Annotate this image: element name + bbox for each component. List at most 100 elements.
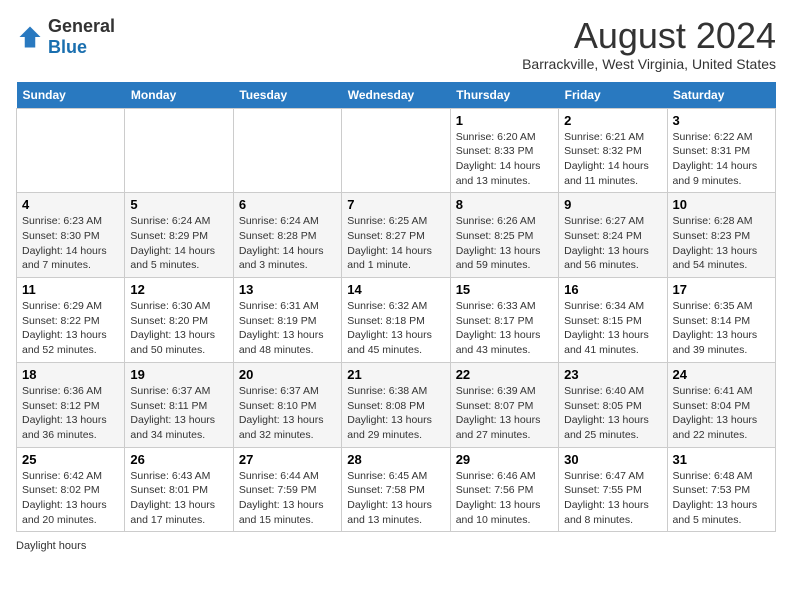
cell-2-6: 10 Sunrise: 6:28 AM Sunset: 8:23 PM Dayli… [667, 193, 775, 278]
cell-4-3: 21 Sunrise: 6:38 AM Sunset: 8:08 PM Dayli… [342, 362, 450, 447]
subtitle: Barrackville, West Virginia, United Stat… [522, 56, 776, 72]
cell-content: Sunrise: 6:42 AM Sunset: 8:02 PM Dayligh… [22, 469, 119, 528]
date-number: 20 [239, 367, 336, 382]
cell-5-1: 26 Sunrise: 6:43 AM Sunset: 8:01 PM Dayli… [125, 447, 233, 532]
cell-content: Sunrise: 6:23 AM Sunset: 8:30 PM Dayligh… [22, 214, 119, 273]
date-number: 7 [347, 197, 444, 212]
cell-content: Sunrise: 6:26 AM Sunset: 8:25 PM Dayligh… [456, 214, 553, 273]
col-header-saturday: Saturday [667, 82, 775, 109]
date-number: 28 [347, 452, 444, 467]
week-row-3: 11 Sunrise: 6:29 AM Sunset: 8:22 PM Dayli… [17, 278, 776, 363]
cell-content: Sunrise: 6:48 AM Sunset: 7:53 PM Dayligh… [673, 469, 770, 528]
cell-5-0: 25 Sunrise: 6:42 AM Sunset: 8:02 PM Dayli… [17, 447, 125, 532]
cell-content: Sunrise: 6:20 AM Sunset: 8:33 PM Dayligh… [456, 130, 553, 189]
date-number: 1 [456, 113, 553, 128]
cell-1-3 [342, 108, 450, 193]
cell-3-5: 16Sunrise: 6:34 AM Sunset: 8:15 PM Dayli… [559, 278, 667, 363]
header: General Blue August 2024 Barrackville, W… [16, 16, 776, 72]
cell-1-1 [125, 108, 233, 193]
cell-content: Sunrise: 6:38 AM Sunset: 8:08 PM Dayligh… [347, 384, 444, 443]
cell-content: Sunrise: 6:36 AM Sunset: 8:12 PM Dayligh… [22, 384, 119, 443]
cell-4-5: 23 Sunrise: 6:40 AM Sunset: 8:05 PM Dayli… [559, 362, 667, 447]
cell-content: Sunrise: 6:28 AM Sunset: 8:23 PM Dayligh… [673, 214, 770, 273]
cell-1-5: 2 Sunrise: 6:21 AM Sunset: 8:32 PM Daylig… [559, 108, 667, 193]
header-row: SundayMondayTuesdayWednesdayThursdayFrid… [17, 82, 776, 109]
col-header-sunday: Sunday [17, 82, 125, 109]
cell-3-2: 13 Sunrise: 6:31 AM Sunset: 8:19 PM Dayli… [233, 278, 341, 363]
cell-2-5: 9 Sunrise: 6:27 AM Sunset: 8:24 PM Daylig… [559, 193, 667, 278]
date-number: 23 [564, 367, 661, 382]
cell-content: Sunrise: 6:37 AM Sunset: 8:10 PM Dayligh… [239, 384, 336, 443]
date-number: 30 [564, 452, 661, 467]
date-number: 31 [673, 452, 770, 467]
col-header-monday: Monday [125, 82, 233, 109]
cell-content: Sunrise: 6:32 AM Sunset: 8:18 PM Dayligh… [347, 299, 444, 358]
date-number: 19 [130, 367, 227, 382]
date-number: 22 [456, 367, 553, 382]
date-number: 26 [130, 452, 227, 467]
cell-3-1: 12 Sunrise: 6:30 AM Sunset: 8:20 PM Dayli… [125, 278, 233, 363]
date-number: 25 [22, 452, 119, 467]
cell-content: Sunrise: 6:44 AM Sunset: 7:59 PM Dayligh… [239, 469, 336, 528]
col-header-thursday: Thursday [450, 82, 558, 109]
cell-content: Sunrise: 6:39 AM Sunset: 8:07 PM Dayligh… [456, 384, 553, 443]
cell-2-1: 5 Sunrise: 6:24 AM Sunset: 8:29 PM Daylig… [125, 193, 233, 278]
date-number: 6 [239, 197, 336, 212]
cell-content: Sunrise: 6:21 AM Sunset: 8:32 PM Dayligh… [564, 130, 661, 189]
logo-icon [16, 23, 44, 51]
date-number: 27 [239, 452, 336, 467]
date-number: 12 [130, 282, 227, 297]
date-number: 15 [456, 282, 553, 297]
cell-content: Sunrise: 6:29 AM Sunset: 8:22 PM Dayligh… [22, 299, 119, 358]
date-number: 5 [130, 197, 227, 212]
cell-content: Sunrise: 6:33 AM Sunset: 8:17 PM Dayligh… [456, 299, 553, 358]
cell-5-5: 30 Sunrise: 6:47 AM Sunset: 7:55 PM Dayli… [559, 447, 667, 532]
cell-content: Sunrise: 6:22 AM Sunset: 8:31 PM Dayligh… [673, 130, 770, 189]
cell-1-2 [233, 108, 341, 193]
cell-5-4: 29Sunrise: 6:46 AM Sunset: 7:56 PM Dayli… [450, 447, 558, 532]
logo-general: General [48, 16, 115, 36]
main-title: August 2024 [522, 16, 776, 56]
date-number: 21 [347, 367, 444, 382]
cell-content: Sunrise: 6:47 AM Sunset: 7:55 PM Dayligh… [564, 469, 661, 528]
cell-1-0 [17, 108, 125, 193]
cell-2-2: 6 Sunrise: 6:24 AM Sunset: 8:28 PM Daylig… [233, 193, 341, 278]
date-number: 2 [564, 113, 661, 128]
calendar-body: 1 Sunrise: 6:20 AM Sunset: 8:33 PM Daylig… [17, 108, 776, 532]
date-number: 13 [239, 282, 336, 297]
cell-1-6: 3Sunrise: 6:22 AM Sunset: 8:31 PM Daylig… [667, 108, 775, 193]
cell-4-2: 20 Sunrise: 6:37 AM Sunset: 8:10 PM Dayli… [233, 362, 341, 447]
cell-4-0: 18 Sunrise: 6:36 AM Sunset: 8:12 PM Dayli… [17, 362, 125, 447]
cell-content: Sunrise: 6:24 AM Sunset: 8:28 PM Dayligh… [239, 214, 336, 273]
cell-4-6: 24Sunrise: 6:41 AM Sunset: 8:04 PM Dayli… [667, 362, 775, 447]
cell-2-3: 7Sunrise: 6:25 AM Sunset: 8:27 PM Daylig… [342, 193, 450, 278]
cell-3-4: 15 Sunrise: 6:33 AM Sunset: 8:17 PM Dayli… [450, 278, 558, 363]
cell-5-3: 28Sunrise: 6:45 AM Sunset: 7:58 PM Dayli… [342, 447, 450, 532]
week-row-5: 25 Sunrise: 6:42 AM Sunset: 8:02 PM Dayli… [17, 447, 776, 532]
date-number: 18 [22, 367, 119, 382]
date-number: 16 [564, 282, 661, 297]
cell-content: Sunrise: 6:40 AM Sunset: 8:05 PM Dayligh… [564, 384, 661, 443]
cell-content: Sunrise: 6:30 AM Sunset: 8:20 PM Dayligh… [130, 299, 227, 358]
title-area: August 2024 Barrackville, West Virginia,… [522, 16, 776, 72]
cell-3-3: 14Sunrise: 6:32 AM Sunset: 8:18 PM Dayli… [342, 278, 450, 363]
week-row-1: 1 Sunrise: 6:20 AM Sunset: 8:33 PM Daylig… [17, 108, 776, 193]
date-number: 17 [673, 282, 770, 297]
col-header-tuesday: Tuesday [233, 82, 341, 109]
cell-content: Sunrise: 6:27 AM Sunset: 8:24 PM Dayligh… [564, 214, 661, 273]
cell-2-4: 8Sunrise: 6:26 AM Sunset: 8:25 PM Daylig… [450, 193, 558, 278]
cell-content: Sunrise: 6:43 AM Sunset: 8:01 PM Dayligh… [130, 469, 227, 528]
cell-content: Sunrise: 6:24 AM Sunset: 8:29 PM Dayligh… [130, 214, 227, 273]
date-number: 9 [564, 197, 661, 212]
cell-4-1: 19 Sunrise: 6:37 AM Sunset: 8:11 PM Dayli… [125, 362, 233, 447]
cell-content: Sunrise: 6:46 AM Sunset: 7:56 PM Dayligh… [456, 469, 553, 528]
cell-content: Sunrise: 6:31 AM Sunset: 8:19 PM Dayligh… [239, 299, 336, 358]
calendar-table: SundayMondayTuesdayWednesdayThursdayFrid… [16, 82, 776, 533]
date-number: 10 [673, 197, 770, 212]
cell-5-2: 27 Sunrise: 6:44 AM Sunset: 7:59 PM Dayli… [233, 447, 341, 532]
cell-4-4: 22 Sunrise: 6:39 AM Sunset: 8:07 PM Dayli… [450, 362, 558, 447]
week-row-4: 18 Sunrise: 6:36 AM Sunset: 8:12 PM Dayli… [17, 362, 776, 447]
cell-1-4: 1 Sunrise: 6:20 AM Sunset: 8:33 PM Daylig… [450, 108, 558, 193]
cell-content: Sunrise: 6:37 AM Sunset: 8:11 PM Dayligh… [130, 384, 227, 443]
date-number: 11 [22, 282, 119, 297]
